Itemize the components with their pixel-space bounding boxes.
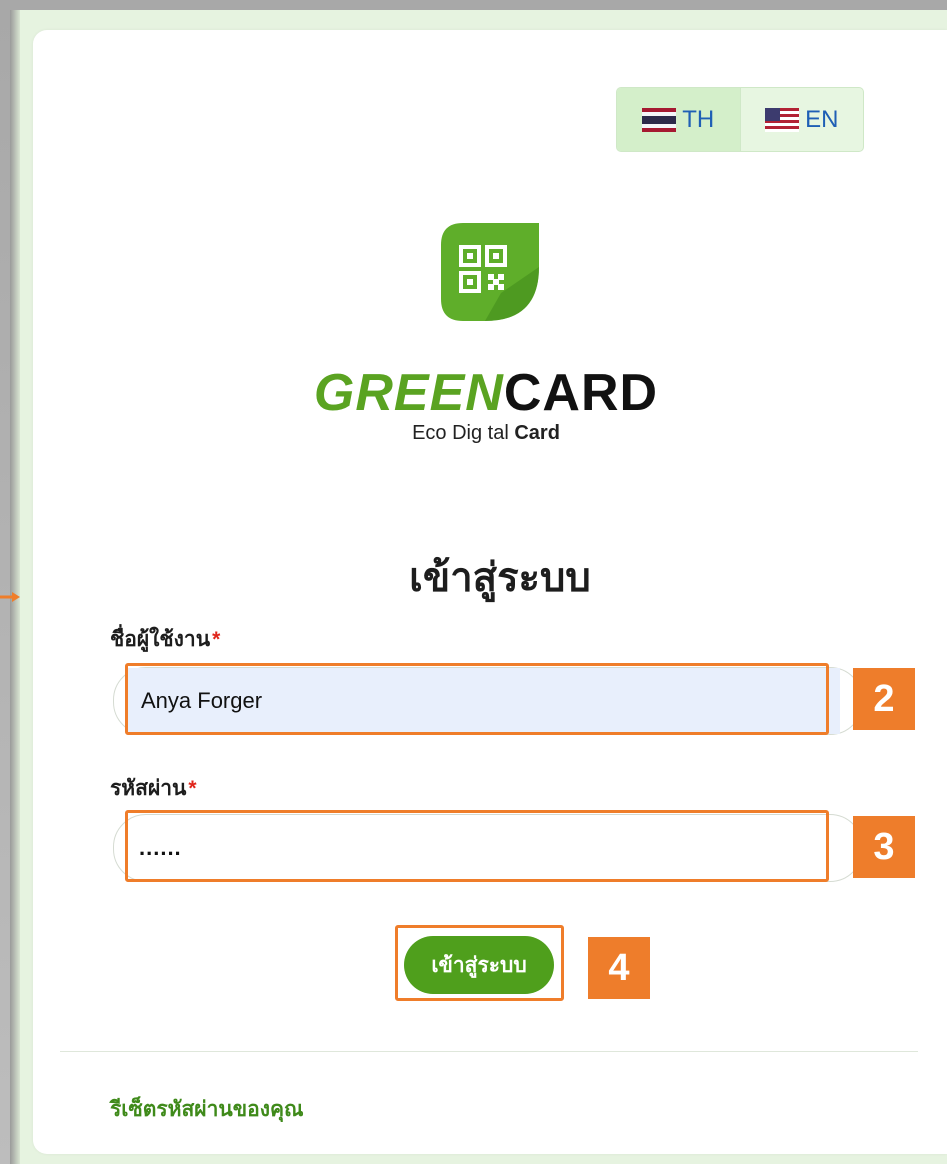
- language-en-button[interactable]: EN: [739, 88, 864, 151]
- page-title: เข้าสู่ระบบ: [409, 556, 591, 600]
- language-th-label: TH: [682, 105, 715, 133]
- frame-shadow: [10, 10, 20, 1164]
- language-th-button[interactable]: TH: [617, 88, 740, 151]
- step-badge-2: 2: [853, 668, 915, 730]
- step-badge-4: 4: [588, 937, 650, 999]
- reset-password-link[interactable]: รีเซ็ตรหัสผ่านของคุณ: [110, 1093, 304, 1126]
- highlight-login-button: [395, 925, 564, 1001]
- tagline-bold: Card: [514, 422, 560, 444]
- arrow-icon: [0, 592, 20, 602]
- brand-tagline: Eco Dig tal Card: [300, 422, 672, 445]
- username-label: ชื่อผู้ใช้งาน*: [110, 623, 220, 656]
- highlight-username: [125, 663, 829, 735]
- greencard-logo-icon: [441, 223, 539, 321]
- language-en-label: EN: [805, 105, 839, 133]
- password-label-text: รหัสผ่าน: [110, 777, 187, 800]
- highlight-password: [125, 810, 829, 882]
- tagline-prefix: Eco Dig tal: [412, 422, 509, 444]
- language-switcher: TH EN: [616, 87, 864, 152]
- brand-dark-text: CARD: [503, 364, 659, 422]
- divider: [60, 1051, 918, 1052]
- password-label: รหัสผ่าน*: [110, 772, 197, 805]
- us-flag-icon: [765, 107, 800, 132]
- brand-wordmark: GREENCARD: [300, 363, 672, 423]
- username-label-text: ชื่อผู้ใช้งาน: [110, 628, 211, 651]
- required-mark: *: [212, 628, 221, 651]
- step-badge-3: 3: [853, 816, 915, 878]
- required-mark: *: [188, 777, 197, 800]
- thai-flag-icon: [642, 107, 677, 132]
- brand-green-text: GREEN: [313, 364, 504, 422]
